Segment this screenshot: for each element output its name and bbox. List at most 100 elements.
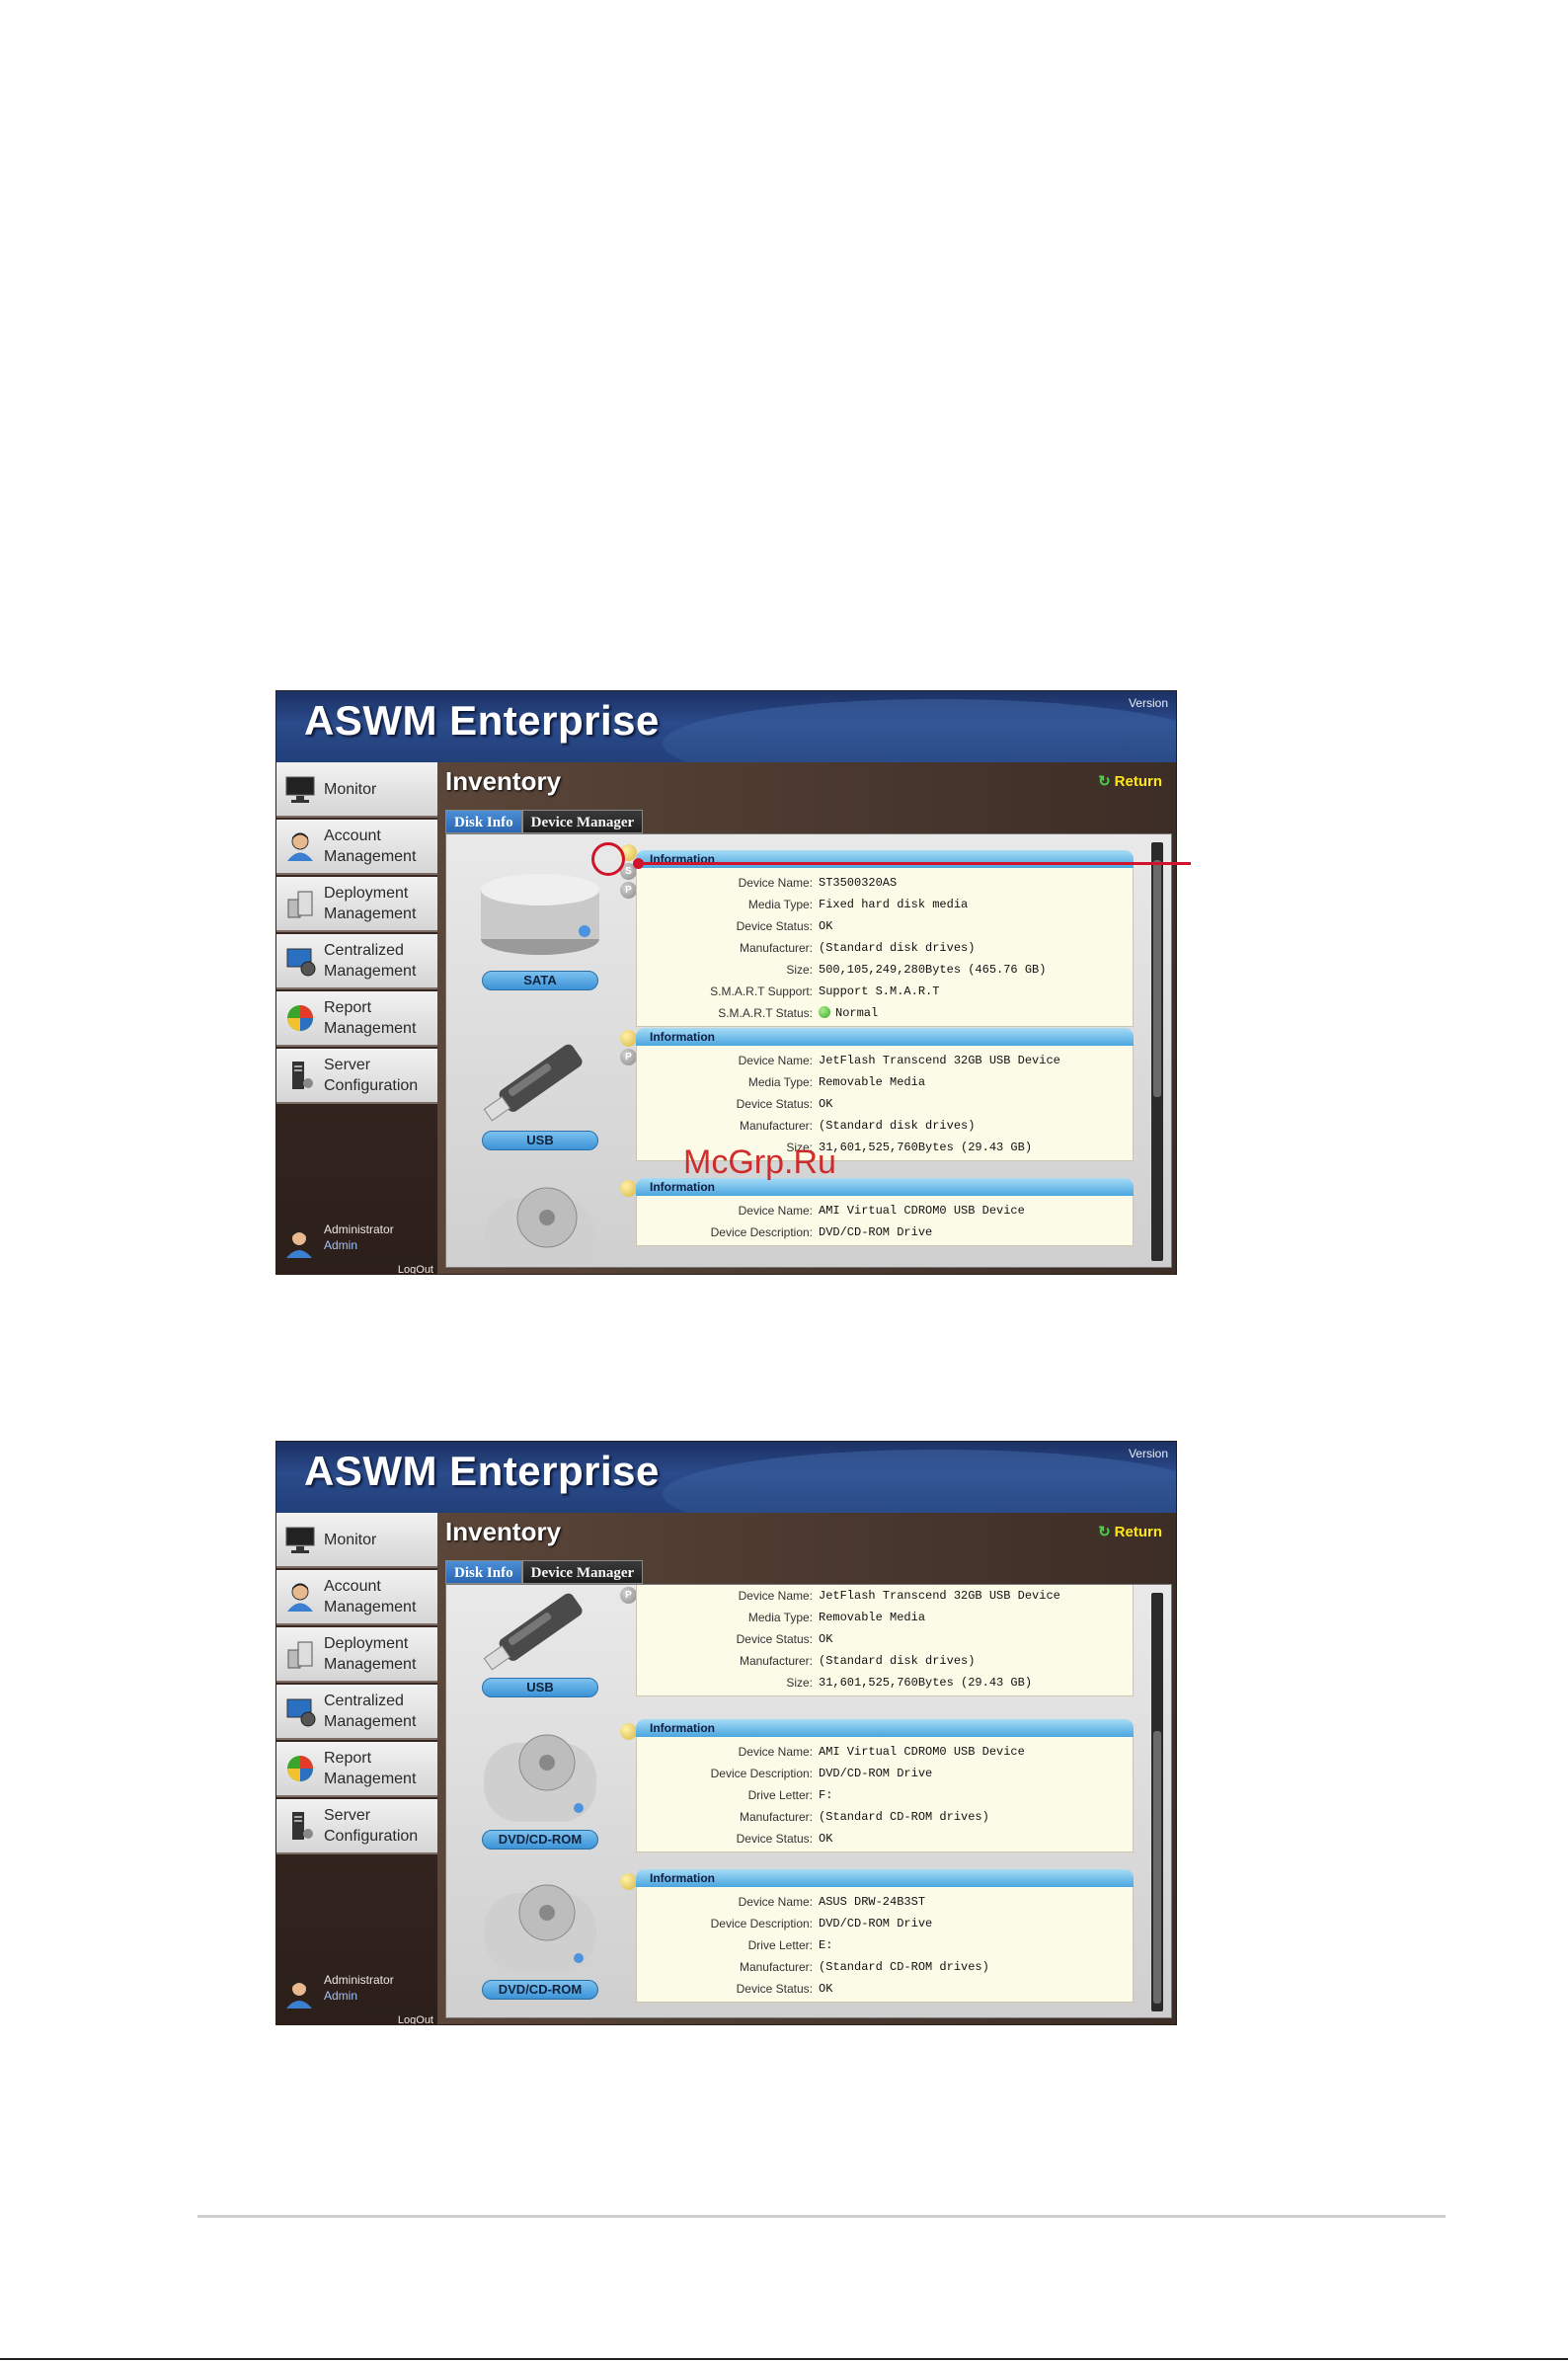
tab-bar: Disk Info Device Manager [445, 810, 644, 833]
info-row: Device Status: OK [736, 1097, 833, 1111]
device-type-badge: USB [482, 1131, 598, 1150]
info-row: S.M.A.R.T Support: Support S.M.A.R.T [710, 985, 940, 998]
report-pie-icon [284, 1753, 316, 1784]
device-type-badge: DVD/CD-ROM [482, 1830, 598, 1850]
sidebar-item-deployment-management[interactable]: Deployment Management [276, 877, 437, 932]
disk-info-panel: USB P Device Name: JetFlash Transcend 32G… [445, 1584, 1172, 2018]
account-user-icon [284, 830, 316, 862]
tab-device-manager[interactable]: Device Manager [521, 1560, 644, 1584]
return-button[interactable]: ↻ Return [1098, 1523, 1162, 1540]
callout-circle [591, 842, 625, 876]
current-user: Administrator Admin [284, 1219, 432, 1264]
scrollbar-thumb[interactable] [1153, 860, 1161, 1097]
sidebar-item-label: Centralized Management [324, 1693, 417, 1730]
info-row: Device Description: DVD/CD-ROM Drive [710, 1917, 933, 1930]
monitor-icon [284, 1524, 316, 1555]
scrollbar-thumb[interactable] [1153, 1731, 1161, 2004]
main-content: Inventory ↻ Return Disk Info Device Manag… [437, 762, 1176, 1274]
partition-p-icon[interactable]: P [620, 1049, 637, 1065]
version-link[interactable]: Version [1129, 696, 1168, 710]
current-user: Administrator Admin [284, 1969, 432, 2014]
info-row: Device Description: DVD/CD-ROM Drive [710, 1767, 933, 1780]
info-row: Device Name: JetFlash Transcend 32GB USB … [738, 1589, 1060, 1603]
logout-link[interactable]: LogOut [398, 1264, 433, 1274]
sidebar-item-report-management[interactable]: Report Management [276, 1742, 437, 1797]
user-name: Administrator [324, 1222, 394, 1236]
return-button[interactable]: ↻ Return [1098, 772, 1162, 790]
sidebar-item-label: Centralized Management [324, 942, 417, 980]
info-row: Device Status: OK [736, 1982, 833, 1996]
page-bottom-rule [0, 2358, 1568, 2360]
dvd-drive-icon [476, 1178, 604, 1267]
sidebar-item-deployment-management[interactable]: Deployment Management [276, 1627, 437, 1683]
server-tower-icon [284, 1810, 316, 1842]
app-banner: ASWM Enterprise Version [276, 691, 1176, 762]
tab-bar: Disk Info Device Manager [445, 1560, 644, 1584]
logout-link[interactable]: LogOut [398, 2014, 433, 2024]
sidebar-item-server-configuration[interactable]: Server Configuration [276, 1799, 437, 1854]
info-row: Media Type: Removable Media [747, 1611, 926, 1624]
sidebar-item-centralized-management[interactable]: Centralized Management [276, 1685, 437, 1740]
app-banner: ASWM Enterprise Version [276, 1442, 1176, 1513]
info-row: S.M.A.R.T Status: Normal [718, 1006, 879, 1020]
info-calendar-icon[interactable] [620, 1180, 637, 1197]
deployment-icon [284, 1638, 316, 1670]
sidebar-item-label: Monitor [324, 780, 377, 798]
app-title: ASWM Enterprise [304, 697, 660, 744]
sidebar-item-label: Server Configuration [324, 1057, 419, 1094]
sidebar-item-report-management[interactable]: Report Management [276, 991, 437, 1047]
sidebar-item-monitor[interactable]: Monitor [276, 1513, 437, 1568]
info-row: Media Type: Removable Media [747, 1075, 926, 1089]
page-title: Inventory [445, 1517, 562, 1546]
info-calendar-icon[interactable] [620, 1723, 637, 1740]
page-title: Inventory [445, 766, 562, 796]
info-card: Device Name: JetFlash Transcend 32GB USB … [636, 1585, 1134, 1696]
sidebar-item-label: Report Management [324, 1750, 417, 1787]
sidebar-item-label: Account Management [324, 827, 417, 865]
info-card: Information Device Name: ASUS DRW-24B3ST … [636, 1869, 1134, 2003]
info-calendar-icon[interactable] [620, 1030, 637, 1047]
tab-device-manager[interactable]: Device Manager [521, 810, 644, 833]
deployment-icon [284, 888, 316, 919]
device-type-badge: DVD/CD-ROM [482, 1980, 598, 2000]
info-row: Device Name: ASUS DRW-24B3ST [738, 1895, 926, 1909]
sidebar: Monitor Account Management Deployment Ma… [276, 1513, 437, 2024]
info-row: Manufacturer: (Standard disk drives) [739, 1119, 976, 1133]
server-tower-icon [284, 1060, 316, 1091]
info-calendar-icon[interactable] [620, 1873, 637, 1890]
hard-disk-icon [476, 862, 604, 971]
sidebar-item-label: Deployment Management [324, 885, 417, 922]
sidebar-item-account-management[interactable]: Account Management [276, 820, 437, 875]
main-content: Inventory ↻ Return Disk Info Device Manag… [437, 1513, 1176, 2024]
info-header: Information [636, 1869, 1134, 1887]
sidebar-item-label: Account Management [324, 1578, 417, 1615]
report-pie-icon [284, 1002, 316, 1034]
tab-disk-info[interactable]: Disk Info [445, 810, 522, 833]
sidebar-item-centralized-management[interactable]: Centralized Management [276, 934, 437, 989]
info-header: Information [636, 850, 1134, 868]
usb-drive-icon [476, 1028, 604, 1137]
scrollbar[interactable] [1151, 1593, 1163, 2011]
scrollbar[interactable] [1151, 842, 1163, 1261]
version-link[interactable]: Version [1129, 1447, 1168, 1460]
info-row: Device Name: AMI Virtual CDROM0 USB Devic… [738, 1745, 1025, 1759]
partition-p-icon[interactable]: P [620, 1587, 637, 1604]
tab-disk-info[interactable]: Disk Info [445, 1560, 522, 1584]
sidebar-item-account-management[interactable]: Account Management [276, 1570, 437, 1625]
sidebar-item-label: Report Management [324, 999, 417, 1037]
sidebar-item-server-configuration[interactable]: Server Configuration [276, 1049, 437, 1104]
partition-p-icon[interactable]: P [620, 882, 637, 899]
refresh-icon: ↻ [1098, 1524, 1111, 1540]
info-card: Information Device Name: AMI Virtual CDRO… [636, 1178, 1134, 1246]
dvd-drive-icon [476, 1877, 604, 1986]
info-row: Device Status: OK [736, 919, 833, 933]
sidebar: Monitor Account Management Deployment Ma… [276, 762, 437, 1274]
disk-info-panel: SATA S P Information Device Name: ST35003… [445, 833, 1172, 1268]
info-row: Size: 500,105,249,280Bytes (465.76 GB) [786, 963, 1047, 977]
centralized-icon [284, 945, 316, 977]
info-row: Manufacturer: (Standard CD-ROM drives) [739, 1810, 989, 1824]
info-row: Manufacturer: (Standard disk drives) [739, 1654, 976, 1668]
dvd-drive-icon [476, 1727, 604, 1836]
sidebar-item-monitor[interactable]: Monitor [276, 762, 437, 818]
callout-line [642, 862, 1191, 865]
